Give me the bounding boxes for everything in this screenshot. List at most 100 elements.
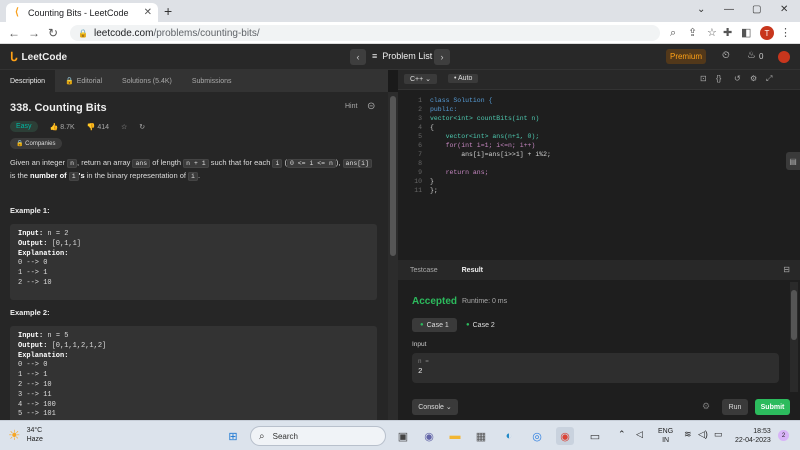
description-scrollbar[interactable] bbox=[388, 92, 398, 420]
scrollbar-thumb[interactable] bbox=[791, 290, 797, 340]
tab-description[interactable]: Description bbox=[0, 70, 56, 92]
desc-text: , return an array bbox=[77, 158, 133, 167]
file-explorer-icon[interactable]: ▬ bbox=[446, 427, 464, 445]
leetcode-logo[interactable]: ᒐ LeetCode bbox=[10, 50, 67, 64]
language-select[interactable]: C++ ⌄ bbox=[404, 74, 438, 84]
code-text: class Solution { bbox=[430, 97, 493, 104]
code-text: vector<int> countBits(int n) bbox=[430, 115, 540, 122]
side-panel-icon[interactable]: ◧ bbox=[741, 26, 751, 40]
scrollbar-thumb[interactable] bbox=[390, 96, 396, 256]
refresh-icon[interactable]: ↻ bbox=[139, 123, 145, 131]
task-view-icon[interactable]: ▣ bbox=[394, 427, 412, 445]
wifi-icon[interactable]: ≋ bbox=[684, 429, 692, 440]
tab-search-icon[interactable]: ⌄ bbox=[697, 4, 705, 15]
auto-toggle[interactable]: • Auto bbox=[448, 74, 479, 83]
dislike-button[interactable]: 👎 414 bbox=[87, 123, 109, 131]
difficulty-badge: Easy bbox=[10, 121, 38, 132]
close-window-icon[interactable]: ✕ bbox=[780, 4, 788, 15]
example-line: Explanation: bbox=[18, 352, 369, 362]
tray-overflow-icon[interactable]: ⌃ bbox=[618, 429, 626, 440]
lock-icon: 🔒 bbox=[65, 78, 74, 85]
volume-icon[interactable]: ◁) bbox=[698, 429, 708, 440]
taskbar-search[interactable]: ⌕ Search bbox=[250, 426, 386, 446]
bookmark-icon[interactable]: ⊡ bbox=[700, 74, 707, 83]
example-line: 0 --> 0 bbox=[18, 259, 48, 268]
browser-app-icon[interactable]: ◎ bbox=[528, 427, 546, 445]
close-tab-icon[interactable]: ✕ bbox=[144, 7, 152, 18]
app-icon[interactable]: ▭ bbox=[586, 427, 604, 445]
tab-submissions[interactable]: Submissions bbox=[182, 70, 242, 92]
chrome-icon[interactable]: ◉ bbox=[556, 427, 574, 445]
thumbs-up-icon: 👍 bbox=[49, 123, 59, 131]
language-indicator[interactable]: ENG IN bbox=[658, 427, 673, 445]
console-button[interactable]: Console ⌄ bbox=[412, 399, 458, 415]
tab-solutions-label: Solutions (5.4K) bbox=[122, 77, 172, 85]
next-problem-button[interactable]: › bbox=[434, 49, 450, 65]
debug-icon[interactable]: ⚙ bbox=[702, 401, 710, 412]
tab-result[interactable]: Result bbox=[450, 260, 495, 280]
reset-icon[interactable]: ↺ bbox=[734, 74, 741, 83]
collapse-panel-icon[interactable]: ⊟ bbox=[783, 265, 790, 274]
input-label: Input: bbox=[18, 332, 44, 340]
store-icon[interactable]: ▦ bbox=[472, 427, 490, 445]
premium-button[interactable]: Premium bbox=[666, 49, 706, 64]
result-scrollbar[interactable] bbox=[790, 282, 798, 392]
reload-icon[interactable]: ↻ bbox=[48, 26, 58, 40]
leetcode-header: ᒐ LeetCode ‹ ≡ Problem List › Premium ⏲ … bbox=[0, 44, 800, 70]
line-number: 5 bbox=[418, 133, 422, 140]
new-tab-icon[interactable]: + bbox=[164, 4, 172, 18]
case-2-tab[interactable]: ● Case 2 bbox=[458, 318, 503, 332]
code-text: ans[i]=ans[i>>1] + i%2; bbox=[430, 151, 551, 158]
tab-testcase-label: Testcase bbox=[410, 266, 438, 274]
tab-solutions[interactable]: Solutions (5.4K) bbox=[112, 70, 182, 92]
input-heading: Input bbox=[412, 341, 427, 348]
user-avatar[interactable] bbox=[778, 51, 790, 63]
settings-icon[interactable]: ⚙ bbox=[750, 74, 757, 83]
url-field[interactable]: 🔒 leetcode.com/problems/counting-bits/ bbox=[70, 25, 660, 41]
prev-problem-button[interactable]: ‹ bbox=[350, 49, 366, 65]
notification-badge[interactable]: 2 bbox=[778, 430, 789, 441]
streak-count: 0 bbox=[759, 52, 764, 61]
minimize-icon[interactable]: — bbox=[724, 4, 734, 15]
case-label: Case 2 bbox=[472, 321, 495, 329]
zoom-icon[interactable]: ⌕ bbox=[670, 26, 676, 40]
run-button[interactable]: Run bbox=[722, 399, 748, 415]
edge-icon[interactable]: ◐ bbox=[500, 427, 518, 445]
like-button[interactable]: 👍 8.7K bbox=[50, 123, 75, 131]
desc-code: i bbox=[188, 172, 198, 181]
line-number: 6 bbox=[418, 142, 422, 149]
profile-avatar[interactable]: T bbox=[760, 26, 774, 40]
tab-editorial[interactable]: 🔒 Editorial bbox=[55, 70, 112, 92]
teams-icon[interactable]: ◉ bbox=[420, 427, 438, 445]
bookmark-star-icon[interactable]: ☆ bbox=[707, 26, 717, 40]
more-options-icon[interactable]: ⊝ bbox=[367, 101, 375, 112]
extensions-icon[interactable]: ✚ bbox=[723, 26, 732, 40]
battery-icon[interactable]: ▭ bbox=[714, 429, 723, 440]
pen-icon[interactable]: ◁ bbox=[636, 429, 643, 440]
maximize-icon[interactable]: ▢ bbox=[752, 4, 761, 15]
braces-icon[interactable]: {} bbox=[716, 74, 721, 83]
code-editor[interactable]: 1 class Solution { 2 public: 3 vector<int> … bbox=[410, 96, 551, 195]
clock[interactable]: 18:53 22-04-2023 bbox=[735, 427, 771, 445]
notes-side-icon[interactable]: ▤ bbox=[786, 152, 800, 170]
case-1-tab[interactable]: ● Case 1 bbox=[412, 318, 457, 332]
start-icon[interactable]: ⊞ bbox=[224, 427, 242, 445]
fullscreen-icon[interactable]: ⤢ bbox=[766, 74, 772, 84]
browser-tab[interactable]: ⟨ Counting Bits - LeetCode ✕ bbox=[6, 3, 158, 22]
problem-list-button[interactable]: ≡ Problem List bbox=[372, 51, 432, 61]
share-icon[interactable]: ⇪ bbox=[688, 26, 697, 40]
companies-tag[interactable]: 🔒 Companies bbox=[10, 138, 62, 149]
timer-icon[interactable]: ⏲ bbox=[722, 50, 730, 61]
favorite-star-icon[interactable]: ☆ bbox=[121, 123, 127, 131]
streak-icon[interactable]: ♨ bbox=[747, 50, 756, 61]
input-box: n = 2 bbox=[412, 353, 779, 383]
weather-widget[interactable]: ☀ 34°C Haze bbox=[8, 426, 43, 444]
forward-icon[interactable]: → bbox=[28, 26, 40, 40]
desc-code: 0 <= i <= n bbox=[286, 159, 336, 168]
hint-link[interactable]: Hint bbox=[345, 103, 357, 110]
menu-kebab-icon[interactable]: ⋮ bbox=[780, 26, 791, 40]
back-icon[interactable]: ← bbox=[8, 26, 20, 40]
tab-testcase[interactable]: Testcase bbox=[398, 260, 450, 280]
submit-button[interactable]: Submit bbox=[755, 399, 790, 415]
example-line: 5 --> 101 bbox=[18, 410, 56, 419]
